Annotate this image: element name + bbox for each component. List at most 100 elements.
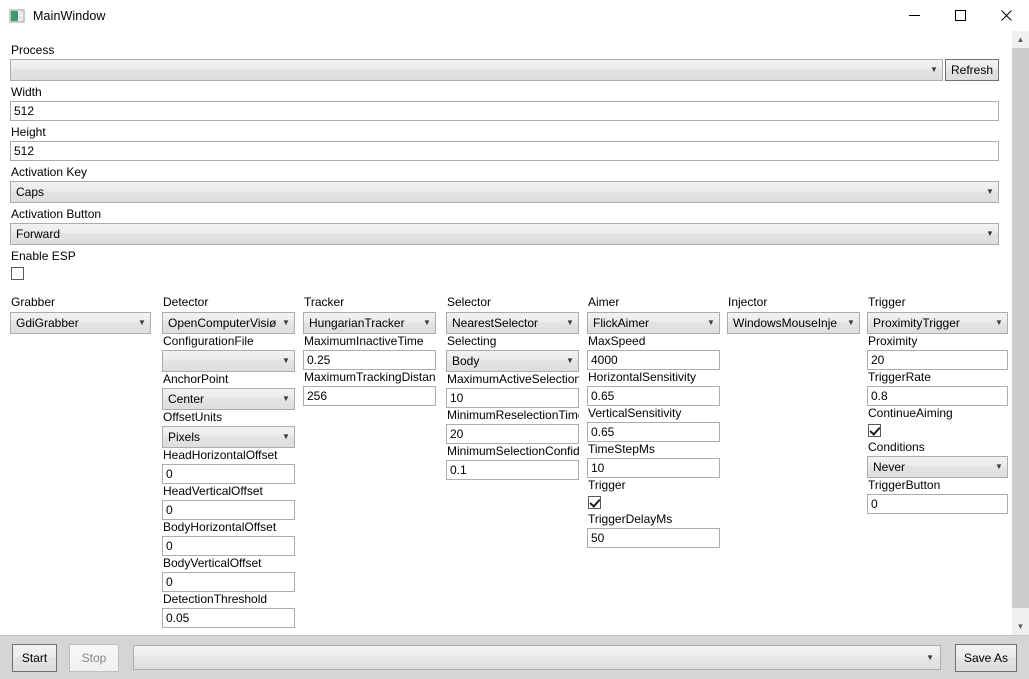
width-input[interactable]: 512 (10, 101, 999, 121)
anchor-point-combobox[interactable]: Center ▼ (162, 388, 295, 410)
head-vertical-offset-input[interactable]: 0 (162, 500, 295, 520)
chevron-down-icon: ▼ (986, 187, 994, 196)
body-horizontal-offset-input[interactable]: 0 (162, 536, 295, 556)
detector-value: OpenComputerVisiø (168, 316, 277, 330)
refresh-button[interactable]: Refresh (945, 59, 999, 81)
field-minimum-selection-confidence: MinimumSelectionConfidence 0.1 (446, 444, 579, 480)
field-head-vertical-offset: HeadVerticalOffset 0 (162, 484, 295, 520)
field-offset-units: OffsetUnits Pixels ▼ (162, 410, 295, 448)
field-anchor-point: AnchorPoint Center ▼ (162, 372, 295, 410)
body-horizontal-offset-label: BodyHorizontalOffset (163, 520, 277, 534)
offset-units-value: Pixels (168, 430, 201, 444)
conditions-combobox[interactable]: Never ▼ (867, 456, 1008, 478)
maximize-icon (954, 10, 966, 21)
activation-key-value: Caps (16, 185, 45, 199)
horizontal-sensitivity-input[interactable]: 0.65 (587, 386, 720, 406)
field-body-vertical-offset: BodyVerticalOffset 0 (162, 556, 295, 592)
maximum-active-selections-label: MaximumActiveSelections (447, 372, 579, 386)
field-configuration-file: ConfigurationFile ▼ (162, 334, 295, 372)
continue-aiming-checkbox[interactable] (868, 424, 881, 437)
body-vertical-offset-input[interactable]: 0 (162, 572, 295, 592)
chevron-down-icon: ▼ (566, 318, 574, 327)
trigger-delay-ms-input[interactable]: 50 (587, 528, 720, 548)
selector-fields: Selecting Body ▼ MaximumActiveSelections 10 M… (446, 334, 579, 480)
chevron-down-icon: ▼ (282, 432, 290, 441)
configuration-file-combobox[interactable]: ▼ (162, 350, 295, 372)
chevron-down-icon: ▼ (282, 356, 290, 365)
field-vertical-sensitivity: VerticalSensitivity 0.65 (587, 406, 720, 442)
detection-threshold-input[interactable]: 0.05 (162, 608, 295, 628)
injector-value: WindowsMouseInje (733, 316, 838, 330)
trigger-rate-input[interactable]: 0.8 (867, 386, 1008, 406)
field-conditions: Conditions Never ▼ (867, 440, 1008, 478)
chevron-down-icon: ▼ (995, 462, 1003, 471)
grabber-combobox[interactable]: GdiGrabber ▼ (10, 312, 151, 334)
start-button[interactable]: Start (12, 643, 57, 672)
field-maximum-inactive-time: MaximumInactiveTime 0.25 (303, 334, 436, 370)
proximity-input[interactable]: 20 (867, 350, 1008, 370)
minimum-reselection-time-input[interactable]: 20 (446, 424, 579, 444)
trigger-checkbox[interactable] (588, 496, 601, 509)
time-step-ms-input[interactable]: 10 (587, 458, 720, 478)
minimum-selection-confidence-input[interactable]: 0.1 (446, 460, 579, 480)
maximum-inactive-time-input[interactable]: 0.25 (303, 350, 436, 370)
injector-combobox[interactable]: WindowsMouseInje ▼ (727, 312, 860, 334)
trigger-delay-ms-label: TriggerDelayMs (588, 512, 673, 526)
scroll-down-icon[interactable]: ▼ (1012, 618, 1029, 635)
scroll-up-icon[interactable]: ▲ (1012, 31, 1029, 48)
tracker-combobox[interactable]: HungarianTracker ▼ (303, 312, 436, 334)
minimize-button[interactable] (891, 0, 937, 31)
chevron-down-icon: ▼ (930, 65, 938, 74)
field-proximity: Proximity 20 (867, 334, 1008, 370)
field-maximum-tracking-distance: MaximumTrackingDistance 256 (303, 370, 436, 406)
field-time-step-ms: TimeStepMs 10 (587, 442, 720, 478)
detector-combobox[interactable]: OpenComputerVisiø ▼ (162, 312, 295, 334)
selector-combobox[interactable]: NearestSelector ▼ (446, 312, 579, 334)
minimum-selection-confidence-label: MinimumSelectionConfidence (447, 444, 579, 458)
head-horizontal-offset-input[interactable]: 0 (162, 464, 295, 484)
window-icon (9, 8, 25, 24)
chevron-down-icon: ▼ (282, 394, 290, 403)
aimer-combobox[interactable]: FlickAimer ▼ (587, 312, 720, 334)
field-minimum-reselection-time: MinimumReselectionTime 20 (446, 408, 579, 444)
height-input[interactable]: 512 (10, 141, 999, 161)
minimize-icon (908, 15, 920, 16)
process-combobox[interactable]: ▼ (10, 59, 943, 81)
chevron-down-icon: ▼ (986, 229, 994, 238)
title-bar: MainWindow (0, 0, 1029, 32)
detector-label: Detector (163, 295, 209, 309)
trigger-combobox[interactable]: ProximityTrigger ▼ (867, 312, 1008, 334)
conditions-label: Conditions (868, 440, 925, 454)
enable-esp-label: Enable ESP (11, 249, 76, 263)
maximum-inactive-time-label: MaximumInactiveTime (304, 334, 424, 348)
maximum-tracking-distance-input[interactable]: 256 (303, 386, 436, 406)
proximity-label: Proximity (868, 334, 918, 348)
vertical-sensitivity-input[interactable]: 0.65 (587, 422, 720, 442)
trigger-rate-label: TriggerRate (868, 370, 931, 384)
aimer-fields: MaxSpeed 4000 HorizontalSensitivity 0.65 Ver… (587, 334, 720, 548)
scrollbar-thumb[interactable] (1012, 48, 1029, 608)
maximum-active-selections-input[interactable]: 10 (446, 388, 579, 408)
field-continue-aiming: ContinueAiming (867, 406, 1008, 440)
close-button[interactable] (983, 0, 1029, 31)
activation-button-combobox[interactable]: Forward ▼ (10, 223, 999, 245)
config-combobox[interactable]: ▼ (133, 645, 941, 670)
maximize-button[interactable] (937, 0, 983, 31)
injector-label: Injector (728, 295, 768, 309)
height-label: Height (11, 125, 46, 139)
column-aimer: Aimer FlickAimer ▼ MaxSpeed 4000 Horizonta… (587, 295, 720, 548)
conditions-value: Never (873, 460, 906, 474)
field-trigger: Trigger (587, 478, 720, 512)
activation-key-combobox[interactable]: Caps ▼ (10, 181, 999, 203)
max-speed-input[interactable]: 4000 (587, 350, 720, 370)
selecting-combobox[interactable]: Body ▼ (446, 350, 579, 372)
grabber-label: Grabber (11, 295, 56, 309)
offset-units-combobox[interactable]: Pixels ▼ (162, 426, 295, 448)
tracker-fields: MaximumInactiveTime 0.25 MaximumTrackingDi… (303, 334, 436, 406)
vertical-scrollbar[interactable]: ▲ ▼ (1011, 31, 1029, 635)
process-label: Process (11, 43, 55, 57)
trigger-button-input[interactable]: 0 (867, 494, 1008, 514)
close-icon (1000, 10, 1012, 21)
enable-esp-checkbox[interactable] (11, 267, 24, 280)
save-as-button[interactable]: Save As (955, 643, 1017, 672)
